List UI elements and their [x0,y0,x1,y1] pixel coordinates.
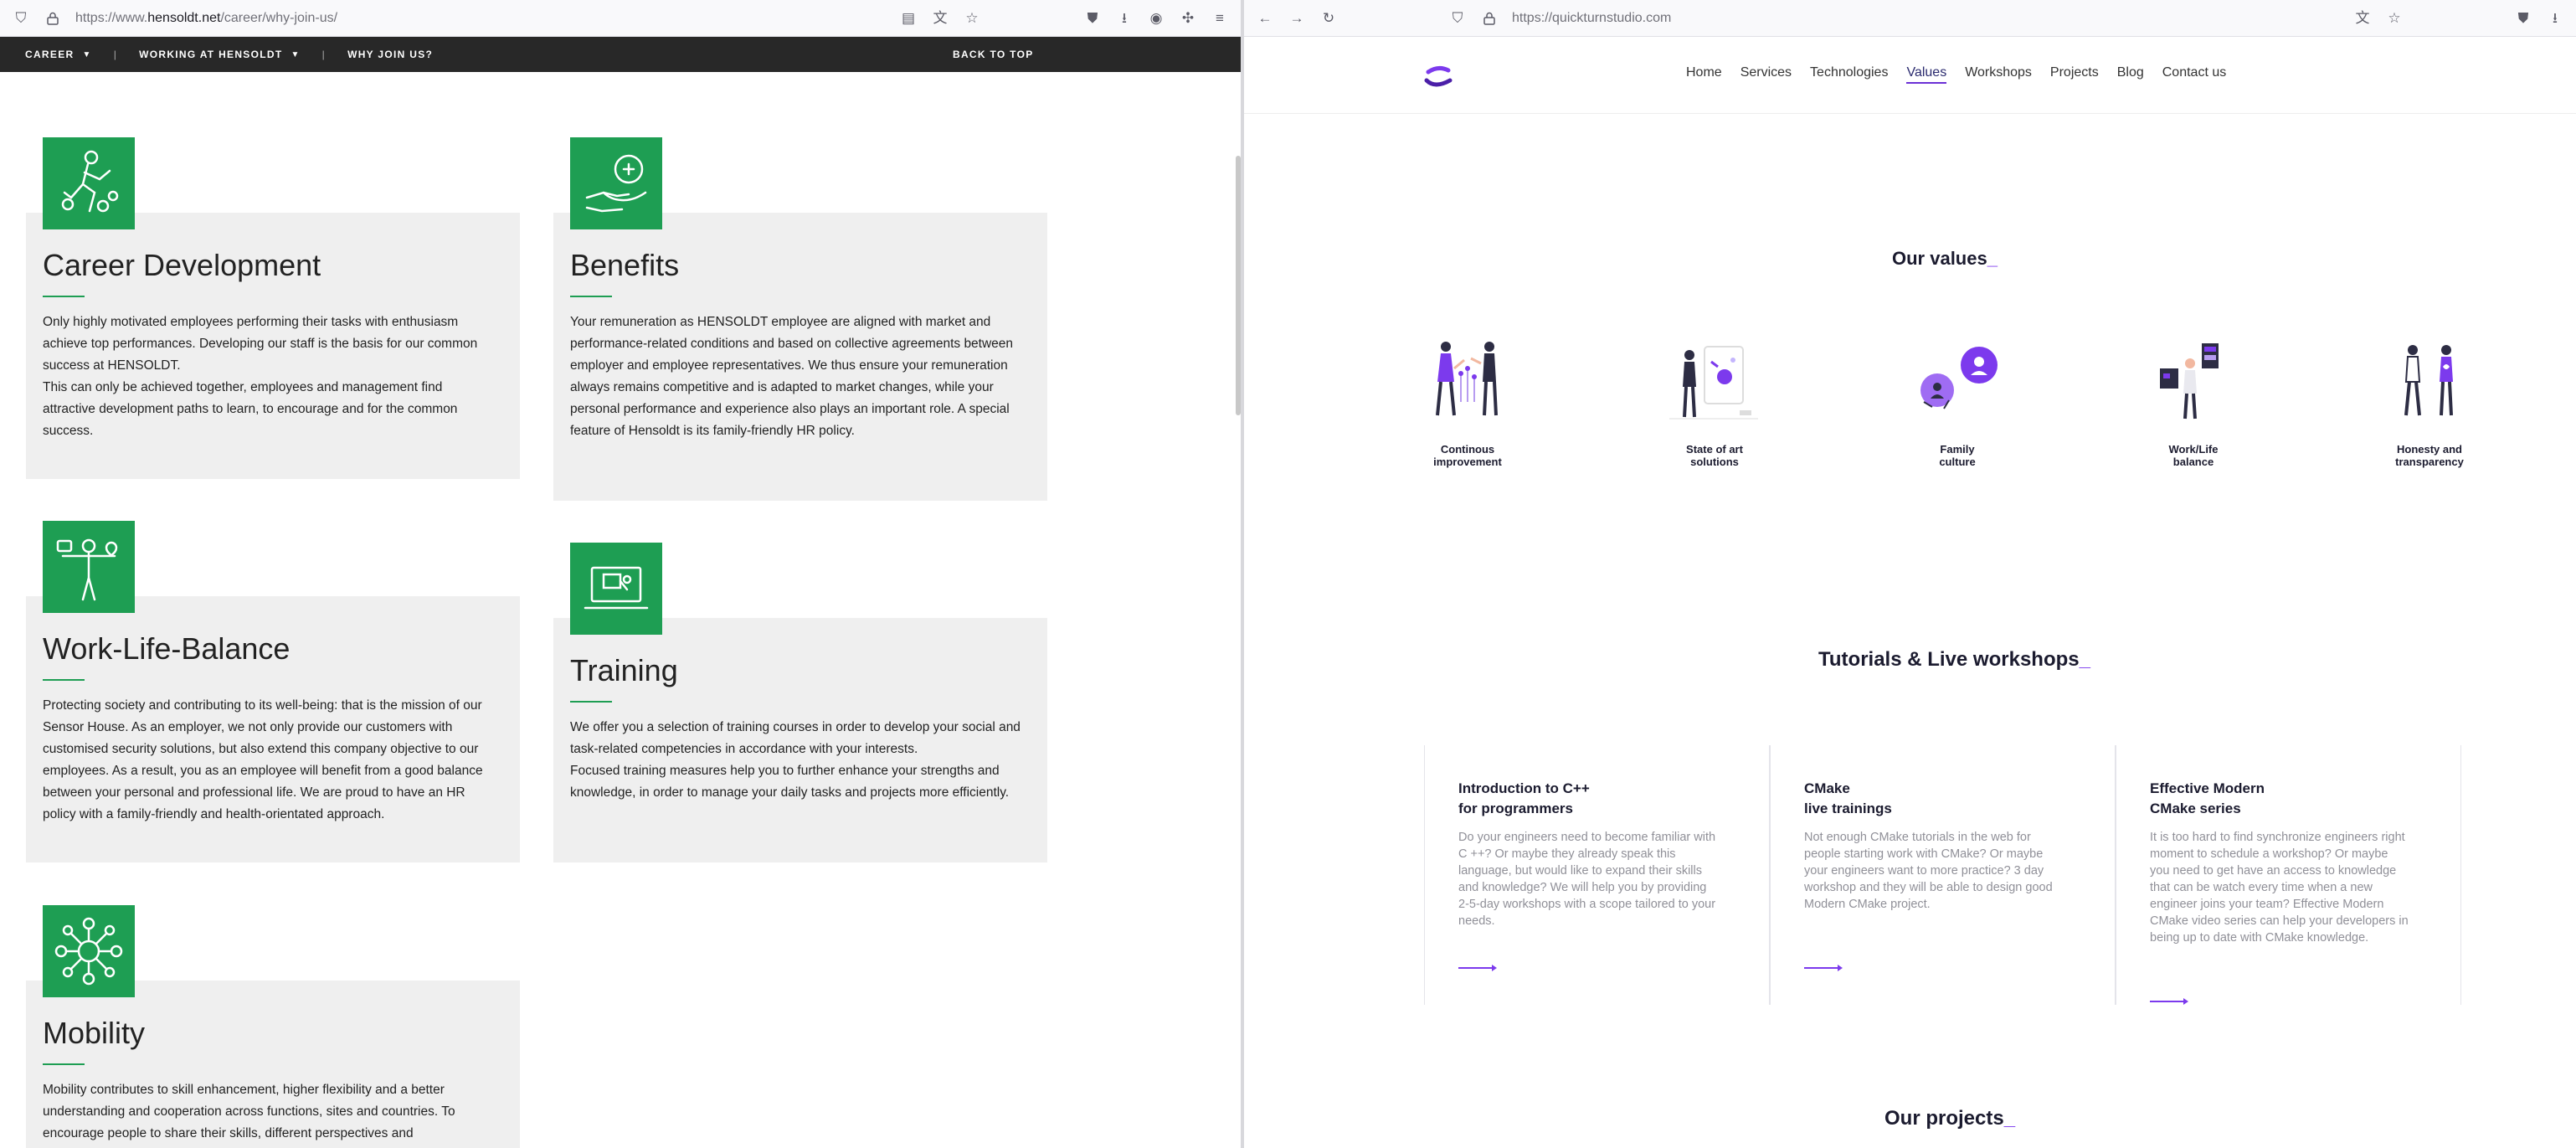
right-browser-window: ← → ↻ ⛉ https://quickturnstudio.com 文 ☆ … [1244,0,2576,1148]
card-text: We offer you a selection of training cou… [570,720,1021,800]
workshop-title: Effective Modern CMake series [2150,780,2265,816]
menu-blog[interactable]: Blog [2117,65,2144,84]
caret-down-icon: ▼ [82,49,92,59]
menu-technologies[interactable]: Technologies [1810,65,1888,84]
main-menu: Home Services Technologies Values Worksh… [1686,65,2226,84]
workshop-card-effective-cmake[interactable]: Effective Modern CMake series It is too h… [2116,745,2461,1005]
back-arrow-icon[interactable]: ← [1256,9,1274,28]
career-climber-icon [43,137,135,229]
value-family-culture: Family culture [1899,335,2016,468]
card-text: Only highly motivated employees performi… [43,315,478,438]
title-underline [570,296,612,297]
work-life-illustration [2160,343,2219,420]
left-address-bar: ⛉ https://www.hensoldt.net/career/why-jo… [0,0,1241,37]
shield-icon[interactable]: ⛉ [12,9,30,28]
menu-services[interactable]: Services [1740,65,1792,84]
title-underline [43,296,85,297]
right-address-bar: ← → ↻ ⛉ https://quickturnstudio.com 文 ☆ … [1244,0,2576,37]
card-title: Mobility [43,1016,146,1050]
card-text: Your remuneration as HENSOLDT employee a… [570,315,1014,438]
back-to-top-link[interactable]: BACK TO TOP [953,49,1034,60]
nav-why-join-us[interactable]: WHY JOIN US? [347,49,433,60]
value-label: State of art solutions [1686,443,1743,468]
person-screen-illustration [1669,346,1758,420]
workshop-title: CMake live trainings [1804,780,1892,816]
card-title: Career Development [43,248,321,282]
arrow-right-icon[interactable] [1458,965,1497,971]
card-title: Benefits [570,248,680,282]
card-title: Work-Life-Balance [43,631,291,666]
value-label: Honesty and transparency [2395,443,2464,468]
value-label: Family culture [1939,443,1976,468]
two-people-illustration [2404,345,2453,416]
nav-career-label: CAREER [25,49,75,60]
title-underline [570,701,612,703]
family-circles-illustration [1920,347,1998,409]
workshop-text: Not enough CMake tutorials in the web fo… [1804,831,2053,911]
projects-heading: Our projects_ [1884,1107,2016,1130]
value-work-life-balance: Work/Life balance [2135,335,2252,468]
balance-person-icon [43,521,135,613]
card-text: Protecting society and contributing to i… [43,698,483,821]
lock-icon[interactable] [1480,9,1499,28]
menu-contact-us[interactable]: Contact us [2162,65,2226,84]
laptop-training-icon [570,543,662,635]
team-meeting-illustration [1436,342,1498,416]
nav-working-label: WORKING AT HENSOLDT [139,49,283,60]
bookmark-star-icon[interactable]: ☆ [2385,9,2404,28]
left-browser-window: ⛉ https://www.hensoldt.net/career/why-jo… [0,0,1241,1148]
workshop-card-cpp[interactable]: Introduction to C++ for programmers Do yo… [1424,745,1770,1005]
site-header: Home Services Technologies Values Worksh… [1244,37,2576,114]
menu-values[interactable]: Values [1906,65,1947,84]
pocket-icon[interactable]: ⛊ [1083,9,1102,28]
nav-career[interactable]: CAREER ▼ [25,49,92,60]
workshop-text: Do your engineers need to become familia… [1458,831,1716,928]
account-icon[interactable]: ◉ [1147,9,1165,28]
shield-icon[interactable]: ⛉ [1448,9,1467,28]
extensions-icon[interactable]: ✣ [1179,9,1197,28]
download-icon[interactable]: ⭳ [1115,9,1134,28]
network-hub-icon [43,905,135,997]
reload-icon[interactable]: ↻ [1319,9,1338,28]
workshop-title: Introduction to C++ for programmers [1458,780,1590,816]
hensoldt-nav-bar: CAREER ▼ | WORKING AT HENSOLDT ▼ | WHY JOI… [0,37,1241,72]
value-state-of-art-solutions: State of art solutions [1656,335,1773,468]
translate-icon[interactable]: 文 [2353,9,2372,28]
value-label: Continous improvement [1433,443,1502,468]
title-underline [43,679,85,681]
values-heading: Our values_ [1892,248,1998,269]
caret-down-icon: ▼ [291,49,301,59]
bookmark-star-icon[interactable]: ☆ [963,9,981,28]
nav-separator: | [321,49,326,60]
arrow-right-icon[interactable] [2150,998,2188,1005]
hand-gift-icon [570,137,662,229]
nav-separator: | [113,49,118,60]
nav-why-label: WHY JOIN US? [347,49,434,60]
download-icon[interactable]: ⭳ [2546,9,2564,28]
lock-icon[interactable] [44,9,62,28]
workshops-heading: Tutorials & Live workshops_ [1818,648,2090,671]
workshop-text: It is too hard to find synchronize engin… [2150,831,2409,945]
forward-arrow-icon[interactable]: → [1288,9,1306,28]
hensoldt-content: Career Development Only highly motivated… [0,72,1241,1148]
card-text: Mobility contributes to skill enhancemen… [43,1083,455,1140]
card-title: Training [570,653,678,687]
reader-view-icon[interactable]: ▤ [899,9,918,28]
menu-workshops[interactable]: Workshops [1965,65,2032,84]
value-label: Work/Life balance [2168,443,2219,468]
pocket-icon[interactable]: ⛊ [2514,9,2532,28]
value-honesty-and-transparency: Honesty and transparency [2371,335,2488,468]
menu-icon[interactable]: ≡ [1211,9,1229,28]
arrow-right-icon[interactable] [1804,965,1843,971]
quickturn-logo[interactable] [1423,64,1453,89]
title-underline [43,1063,85,1065]
translate-icon[interactable]: 文 [931,9,949,28]
left-url[interactable]: https://www.hensoldt.net/career/why-join… [75,11,337,26]
menu-home[interactable]: Home [1686,65,1722,84]
menu-projects[interactable]: Projects [2050,65,2099,84]
right-url[interactable]: https://quickturnstudio.com [1512,11,1671,26]
workshop-card-cmake-live[interactable]: CMake live trainings Not enough CMake tut… [1770,745,2116,1005]
nav-working-at-hensoldt[interactable]: WORKING AT HENSOLDT ▼ [139,49,301,60]
value-continous-improvement: Continous improvement [1409,335,1526,468]
